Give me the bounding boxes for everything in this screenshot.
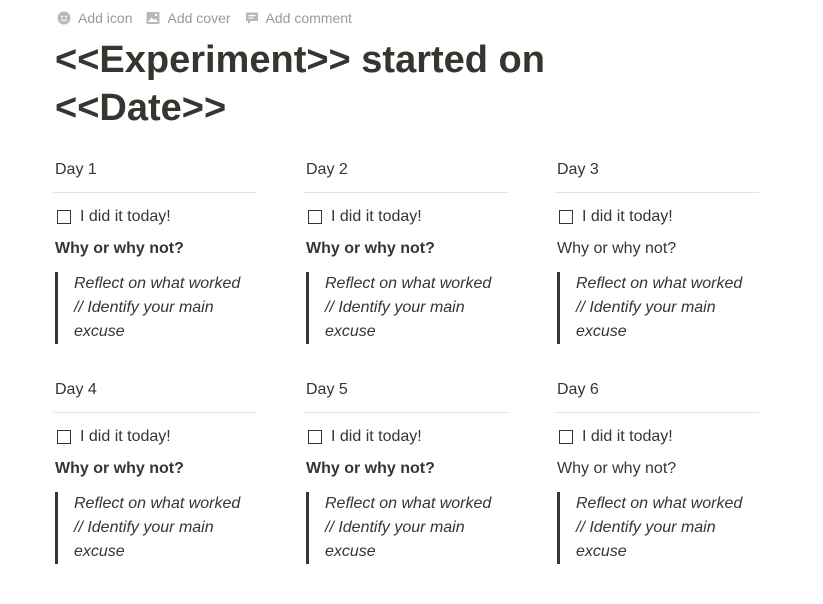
divider bbox=[53, 192, 257, 193]
day-card: Day 2 I did it today! Why or why not? Re… bbox=[304, 159, 508, 344]
todo-item[interactable]: I did it today! bbox=[53, 206, 257, 228]
day-card: Day 3 I did it today! Why or why not? Re… bbox=[555, 159, 759, 344]
todo-label: I did it today! bbox=[582, 428, 673, 445]
why-question: Why or why not? bbox=[306, 240, 435, 257]
todo-item[interactable]: I did it today! bbox=[555, 206, 759, 228]
todo-item[interactable]: I did it today! bbox=[53, 426, 257, 448]
add-comment-button[interactable]: Add comment bbox=[245, 10, 352, 26]
add-cover-label: Add cover bbox=[167, 10, 231, 26]
why-question: Why or why not? bbox=[55, 240, 184, 257]
checkbox[interactable] bbox=[559, 430, 573, 444]
todo-label: I did it today! bbox=[331, 428, 422, 445]
page-controls: Add icon Add cover Add comment bbox=[57, 9, 366, 27]
why-question: Why or why not? bbox=[55, 460, 184, 477]
checkbox[interactable] bbox=[559, 210, 573, 224]
day-heading[interactable]: Day 6 bbox=[555, 379, 759, 401]
smiley-icon bbox=[57, 11, 71, 25]
day-card: Day 6 I did it today! Why or why not? Re… bbox=[555, 379, 759, 564]
divider bbox=[304, 412, 508, 413]
day-card: Day 4 I did it today! Why or why not? Re… bbox=[53, 379, 257, 564]
comment-icon bbox=[245, 12, 258, 24]
day-heading[interactable]: Day 3 bbox=[555, 159, 759, 181]
reflection-quote[interactable]: Reflect on what worked // Identify your … bbox=[55, 272, 249, 344]
todo-label: I did it today! bbox=[80, 428, 171, 445]
reflection-quote[interactable]: Reflect on what worked // Identify your … bbox=[306, 272, 500, 344]
divider bbox=[304, 192, 508, 193]
day-heading[interactable]: Day 4 bbox=[53, 379, 257, 401]
day-heading[interactable]: Day 5 bbox=[304, 379, 508, 401]
day-heading[interactable]: Day 2 bbox=[304, 159, 508, 181]
todo-item[interactable]: I did it today! bbox=[304, 426, 508, 448]
reflection-quote[interactable]: Reflect on what worked // Identify your … bbox=[306, 492, 500, 564]
add-comment-label: Add comment bbox=[265, 10, 352, 26]
todo-item[interactable]: I did it today! bbox=[304, 206, 508, 228]
reflection-quote[interactable]: Reflect on what worked // Identify your … bbox=[557, 492, 751, 564]
checkbox[interactable] bbox=[308, 210, 322, 224]
add-icon-button[interactable]: Add icon bbox=[57, 10, 132, 26]
why-question: Why or why not? bbox=[557, 460, 677, 477]
day-heading[interactable]: Day 1 bbox=[53, 159, 257, 181]
day-card: Day 5 I did it today! Why or why not? Re… bbox=[304, 379, 508, 564]
why-question: Why or why not? bbox=[557, 240, 677, 257]
reflection-quote[interactable]: Reflect on what worked // Identify your … bbox=[55, 492, 249, 564]
divider bbox=[555, 412, 759, 413]
checkbox[interactable] bbox=[308, 430, 322, 444]
todo-label: I did it today! bbox=[331, 208, 422, 225]
day-card: Day 1 I did it today! Why or why not? Re… bbox=[53, 159, 257, 344]
reflection-quote[interactable]: Reflect on what worked // Identify your … bbox=[557, 272, 751, 344]
todo-item[interactable]: I did it today! bbox=[555, 426, 759, 448]
divider bbox=[555, 192, 759, 193]
todo-label: I did it today! bbox=[582, 208, 673, 225]
add-cover-button[interactable]: Add cover bbox=[146, 10, 231, 26]
checkbox[interactable] bbox=[57, 210, 71, 224]
page-title[interactable]: <<Experiment>> started on <<Date>> bbox=[55, 36, 615, 132]
add-icon-label: Add icon bbox=[78, 10, 133, 26]
divider bbox=[53, 412, 257, 413]
image-icon bbox=[146, 12, 160, 24]
checkbox[interactable] bbox=[57, 430, 71, 444]
why-question: Why or why not? bbox=[306, 460, 435, 477]
todo-label: I did it today! bbox=[80, 208, 171, 225]
